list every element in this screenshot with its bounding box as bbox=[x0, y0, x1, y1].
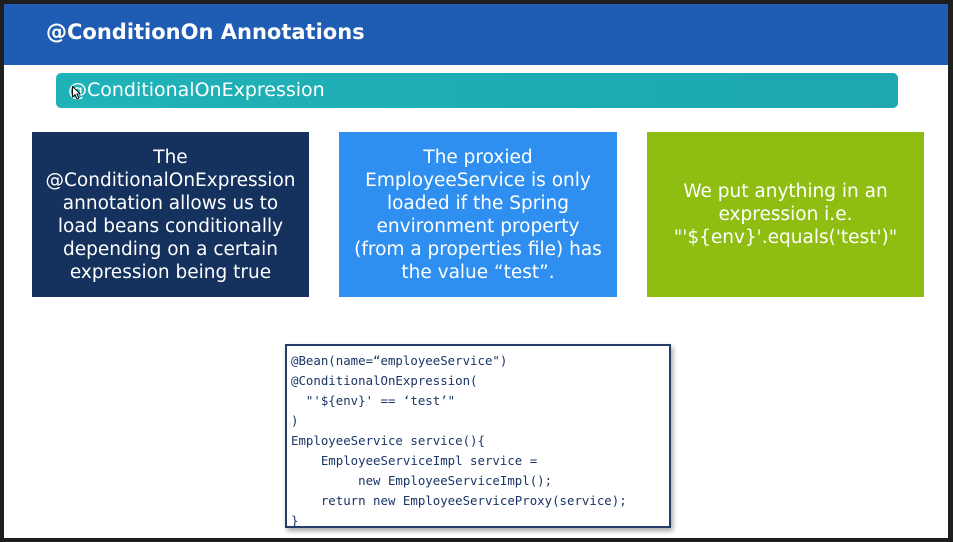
box-line: expression being true bbox=[69, 261, 272, 283]
box-line: expression i.e. bbox=[718, 204, 853, 225]
box-line: the value “test”. bbox=[401, 261, 555, 283]
title-bar: @ConditionOn Annotations bbox=[4, 4, 948, 65]
slide-title: @ConditionOn Annotations bbox=[46, 20, 365, 44]
box-line: environment property bbox=[376, 215, 580, 237]
box-line: The proxied bbox=[423, 146, 533, 168]
description-box: The @ConditionalOnExpression annotation … bbox=[32, 132, 309, 297]
subtitle-bar: @ConditionalOnExpression bbox=[56, 73, 898, 108]
box-line: "'${env}'.equals('test')" bbox=[673, 227, 898, 248]
code-line: return new EmployeeServiceProxy(service)… bbox=[291, 493, 627, 508]
box-line: @ConditionalOnExpression bbox=[45, 169, 296, 191]
box-line: annotation allows us to bbox=[62, 192, 279, 214]
box-line: We put anything in an bbox=[683, 181, 888, 202]
box-line: depending on a certain bbox=[63, 238, 278, 260]
box-line: load beans conditionally bbox=[57, 215, 284, 237]
expression-example-box: We put anything in an expression i.e. "'… bbox=[647, 132, 924, 297]
presentation-slide: @ConditionOn Annotations @ConditionalOnE… bbox=[4, 4, 948, 538]
mouse-pointer-icon bbox=[72, 86, 81, 100]
box-line: The bbox=[153, 146, 188, 168]
box-line: EmployeeService is only bbox=[365, 169, 591, 191]
proxy-explanation-box: The proxied EmployeeService is only load… bbox=[339, 132, 617, 297]
code-line: "'${env}' == ‘test’" bbox=[291, 393, 456, 408]
code-line: @ConditionalOnExpression( bbox=[291, 373, 478, 388]
slide-subtitle: @ConditionalOnExpression bbox=[68, 79, 325, 101]
code-line: EmployeeService service(){ bbox=[291, 433, 485, 448]
code-line: new EmployeeServiceImpl(); bbox=[291, 473, 553, 488]
code-line: @Bean(name=“employeeService") bbox=[291, 353, 508, 368]
box-line: loaded if the Spring bbox=[386, 192, 569, 214]
code-line: } bbox=[291, 513, 299, 528]
code-line: EmployeeServiceImpl service = bbox=[291, 453, 538, 468]
box-line: (from a properties file) has bbox=[354, 238, 602, 260]
code-snippet: @Bean(name=“employeeService") @Condition… bbox=[285, 344, 671, 528]
code-line: ) bbox=[291, 413, 299, 428]
